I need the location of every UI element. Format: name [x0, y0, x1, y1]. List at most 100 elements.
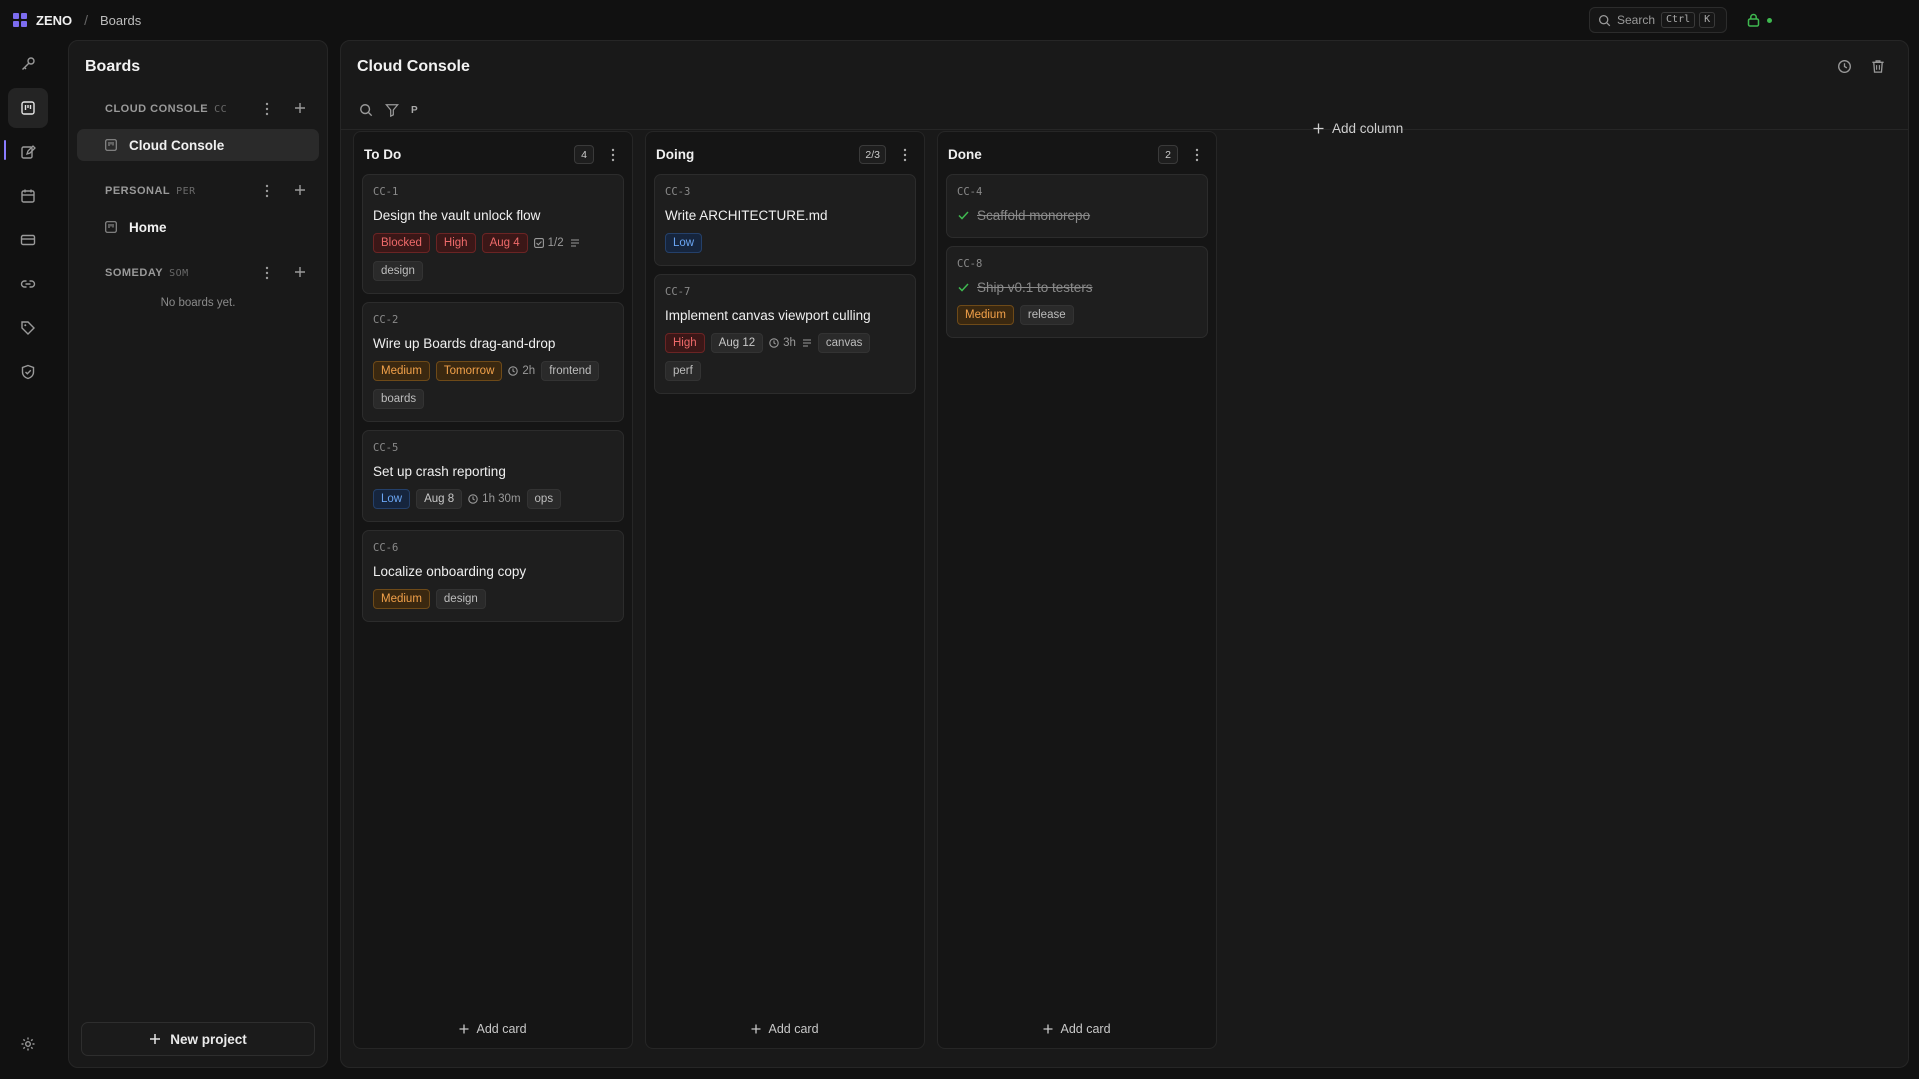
sidebar-board-home[interactable]: Home [77, 211, 319, 243]
priority-badge: Medium [373, 589, 430, 609]
estimate-meta: 2h [508, 365, 535, 377]
group-personal[interactable]: PERSONAL PER [105, 181, 315, 201]
group-code: CC [214, 103, 228, 115]
add-card-button[interactable]: Add card [938, 1022, 1216, 1036]
group-cloud-console[interactable]: CLOUD CONSOLE CC [105, 99, 315, 119]
kebab-icon[interactable] [611, 148, 615, 162]
plus-icon [150, 1034, 161, 1044]
icon-rail [0, 40, 56, 1079]
label-tag: boards [373, 389, 425, 409]
plus-icon [459, 1024, 469, 1034]
kbd-ctrl: Ctrl [1661, 12, 1696, 28]
column-header: Doing 2/3 [656, 144, 914, 164]
board-label: Cloud Console [129, 137, 225, 153]
search-icon [1598, 14, 1611, 26]
card-title: Write ARCHITECTURE.md [665, 208, 828, 223]
group-someday[interactable]: SOMEDAY SOM [105, 263, 315, 283]
checklist-count: 1/2 [547, 237, 564, 249]
add-column-button[interactable]: Add column [1313, 121, 1403, 136]
card-cc-8[interactable]: CC-8 Ship v0.1 to testers Medium release [946, 246, 1208, 338]
card-meta-row: Medium Tomorrow 2h frontend [373, 361, 605, 381]
priority-badge: Medium [373, 361, 430, 381]
trash-icon[interactable] [1871, 59, 1885, 74]
key-icon[interactable] [8, 44, 48, 84]
status-dot [1767, 18, 1772, 23]
empty-group-note: No boards yet. [160, 297, 236, 309]
card-title: Design the vault unlock flow [373, 208, 541, 223]
page-title: Cloud Console [357, 58, 470, 75]
card-cc-4[interactable]: CC-4 Scaffold monorepo [946, 174, 1208, 238]
card-meta-row: Low [665, 233, 708, 253]
column-title: Doing [656, 146, 695, 162]
shield-icon[interactable] [8, 352, 48, 392]
add-card-button[interactable]: Add card [354, 1022, 632, 1036]
sidebar-board-cloud-console[interactable]: Cloud Console [77, 129, 319, 161]
due-date-badge: Aug 8 [416, 489, 463, 509]
breadcrumb[interactable]: Boards [100, 13, 141, 28]
column-count: 4 [574, 145, 594, 164]
boards-icon[interactable] [8, 88, 48, 128]
plus-icon [1043, 1024, 1053, 1034]
card-title: Wire up Boards drag-and-drop [373, 336, 556, 351]
boards-sidebar: Boards CLOUD CONSOLE CC Cloud Console PE… [68, 40, 328, 1068]
card-title: Ship v0.1 to testers [977, 280, 1093, 295]
column-header: Done 2 [948, 144, 1206, 164]
history-icon[interactable] [1837, 59, 1852, 74]
card-icon[interactable] [8, 220, 48, 260]
card-cc-2[interactable]: CC-2 Wire up Boards drag-and-drop Medium… [362, 302, 624, 422]
card-cc-1[interactable]: CC-1 Design the vault unlock flow Blocke… [362, 174, 624, 294]
top-bar: ZENO / Boards Search Ctrl K [0, 0, 1919, 40]
clock-icon [508, 366, 519, 376]
card-meta-row: Medium release [957, 305, 1080, 325]
card-title: Localize onboarding copy [373, 564, 527, 579]
priority-badge: Low [665, 233, 703, 253]
plus-icon[interactable] [294, 266, 306, 278]
filter-icon[interactable] [385, 103, 399, 117]
breadcrumb-separator: / [84, 12, 89, 28]
calendar-icon[interactable] [8, 176, 48, 216]
priority-badge: High [435, 233, 476, 253]
search-icon[interactable] [359, 103, 373, 117]
grid-logo-icon [13, 13, 27, 27]
board-panel: Cloud Console P To Do 4 CC-1 Design the … [340, 40, 1909, 1068]
description-icon [802, 339, 811, 347]
new-project-label: New project [170, 1031, 247, 1047]
notes-icon[interactable] [8, 132, 48, 172]
kebab-icon[interactable] [1195, 148, 1199, 162]
card-cc-5[interactable]: CC-5 Set up crash reporting Low Aug 8 1h… [362, 430, 624, 522]
estimate-value: 1h 30m [482, 493, 521, 505]
priority-badge: Low [373, 489, 411, 509]
card-cc-3[interactable]: CC-3 Write ARCHITECTURE.md Low [654, 174, 916, 266]
search-button[interactable]: Search Ctrl K [1589, 7, 1727, 33]
kebab-icon[interactable] [903, 148, 907, 162]
card-cc-7[interactable]: CC-7 Implement canvas viewport culling H… [654, 274, 916, 394]
kebab-icon[interactable] [265, 102, 269, 116]
new-project-button[interactable]: New project [81, 1022, 315, 1056]
plus-icon [1313, 123, 1324, 134]
settings-icon[interactable] [8, 1024, 48, 1064]
kebab-icon[interactable] [265, 184, 269, 198]
priority-filter[interactable]: P [411, 105, 418, 116]
lock-icon[interactable] [1747, 13, 1760, 27]
card-id: CC-7 [665, 286, 691, 298]
link-icon[interactable] [8, 264, 48, 304]
card-cc-6[interactable]: CC-6 Localize onboarding copy Medium des… [362, 530, 624, 622]
search-label: Search [1617, 13, 1656, 27]
label-tag: perf [665, 361, 701, 381]
column-todo: To Do 4 CC-1 Design the vault unlock flo… [353, 131, 633, 1049]
label-tag: design [373, 261, 423, 281]
tag-icon[interactable] [8, 308, 48, 348]
board-icon [105, 221, 117, 233]
kebab-icon[interactable] [265, 266, 269, 280]
card-meta-row: High Aug 12 3h canvas [665, 333, 876, 353]
group-name: CLOUD CONSOLE [105, 103, 209, 115]
column-done: Done 2 CC-4 Scaffold monorepo CC-8 Ship … [937, 131, 1217, 1049]
group-code: SOM [169, 267, 189, 279]
card-id: CC-3 [665, 186, 691, 198]
brand[interactable]: ZENO [13, 13, 72, 28]
add-card-button[interactable]: Add card [646, 1022, 924, 1036]
plus-icon[interactable] [294, 184, 306, 196]
plus-icon[interactable] [294, 102, 306, 114]
checklist-meta: 1/2 [533, 237, 564, 249]
checkbox-icon [533, 238, 544, 248]
